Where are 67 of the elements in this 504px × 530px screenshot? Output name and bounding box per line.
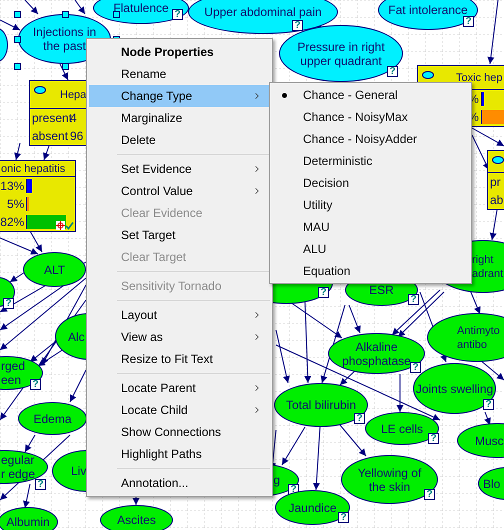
arrow	[340, 424, 366, 456]
question-badge: ?	[463, 16, 474, 27]
menu-item[interactable]: Chance - NoisyAdder	[270, 128, 471, 150]
question-badge: ?	[172, 9, 183, 20]
state-probability: 96	[69, 128, 84, 145]
menu-item[interactable]: Marginalize	[89, 107, 270, 129]
node-type-icon	[492, 156, 504, 164]
menu-item[interactable]: Resize to Fit Text	[89, 348, 270, 370]
state-label: ab	[489, 192, 504, 209]
state-probability: 13%	[0, 178, 26, 195]
menu-item[interactable]: Annotation...	[89, 472, 270, 494]
node-title: Toxic hep	[456, 71, 502, 85]
menu-item[interactable]: Set Evidence	[89, 158, 270, 180]
question-badge: ?	[408, 294, 419, 305]
arrow	[312, 426, 320, 490]
menu-item[interactable]: Highlight Paths	[89, 443, 270, 465]
state-label: absent	[31, 128, 69, 145]
question-badge: ?	[35, 479, 46, 490]
menu-item[interactable]: Layout	[89, 304, 270, 326]
probability-node[interactable]: pr ab	[487, 150, 504, 210]
node-title: Hepa	[60, 88, 86, 102]
menu-item[interactable]: Deterministic	[270, 150, 471, 172]
menu-item[interactable]: Rename	[89, 63, 270, 85]
question-badge: ?	[318, 287, 329, 298]
question-badge: ?	[428, 433, 439, 444]
question-badge: ?	[354, 413, 365, 424]
menu-item[interactable]: Show Connections	[89, 421, 270, 443]
question-badge: ?	[292, 20, 303, 31]
selection-handle[interactable]	[14, 63, 21, 70]
menu-item[interactable]: Chance - NoisyMax	[270, 106, 471, 128]
arrow	[282, 426, 306, 466]
state-probability: 82%	[0, 214, 26, 231]
question-badge: ?	[424, 489, 435, 500]
menu-item[interactable]: Locate Parent	[89, 377, 270, 399]
menu-item[interactable]: View as	[89, 326, 270, 348]
state-probability: 5%	[6, 196, 26, 213]
menu-item[interactable]: MAU	[270, 216, 471, 238]
menu-item[interactable]: Control Value	[89, 180, 270, 202]
question-badge: ?	[30, 379, 41, 390]
question-badge: ?	[483, 399, 494, 410]
node-type-icon	[34, 86, 46, 94]
arrow	[348, 304, 361, 334]
arrow	[480, 360, 504, 380]
selection-handle[interactable]	[14, 36, 21, 43]
selection-handle[interactable]	[14, 11, 21, 18]
arrow	[74, 0, 86, 14]
question-badge: ?	[387, 66, 398, 77]
probability-node[interactable]: onic hepatitis 13% 5% 82%	[0, 160, 76, 232]
node-title: onic hepatitis	[1, 162, 66, 176]
question-badge: ?	[3, 298, 14, 309]
menu-item[interactable]: Change Type	[89, 85, 270, 107]
arrow	[0, 20, 20, 30]
node-type-icon	[422, 71, 434, 79]
question-badge: ?	[410, 362, 421, 373]
menu-item[interactable]: Utility	[270, 194, 471, 216]
menu-item[interactable]: Delete	[89, 129, 270, 151]
arrow	[14, 142, 21, 160]
menu-item[interactable]: Decision	[270, 172, 471, 194]
state-label: pr	[489, 174, 502, 191]
arrow	[484, 412, 491, 426]
selection-handle[interactable]	[113, 11, 120, 18]
question-badge: ?	[338, 512, 349, 523]
menu-item[interactable]: Set Target	[89, 224, 270, 246]
menu-item[interactable]: Chance - General	[270, 84, 471, 106]
menu-item[interactable]: ALU	[270, 238, 471, 260]
arrow	[24, 0, 38, 14]
menu-item[interactable]: Locate Child	[89, 399, 270, 421]
